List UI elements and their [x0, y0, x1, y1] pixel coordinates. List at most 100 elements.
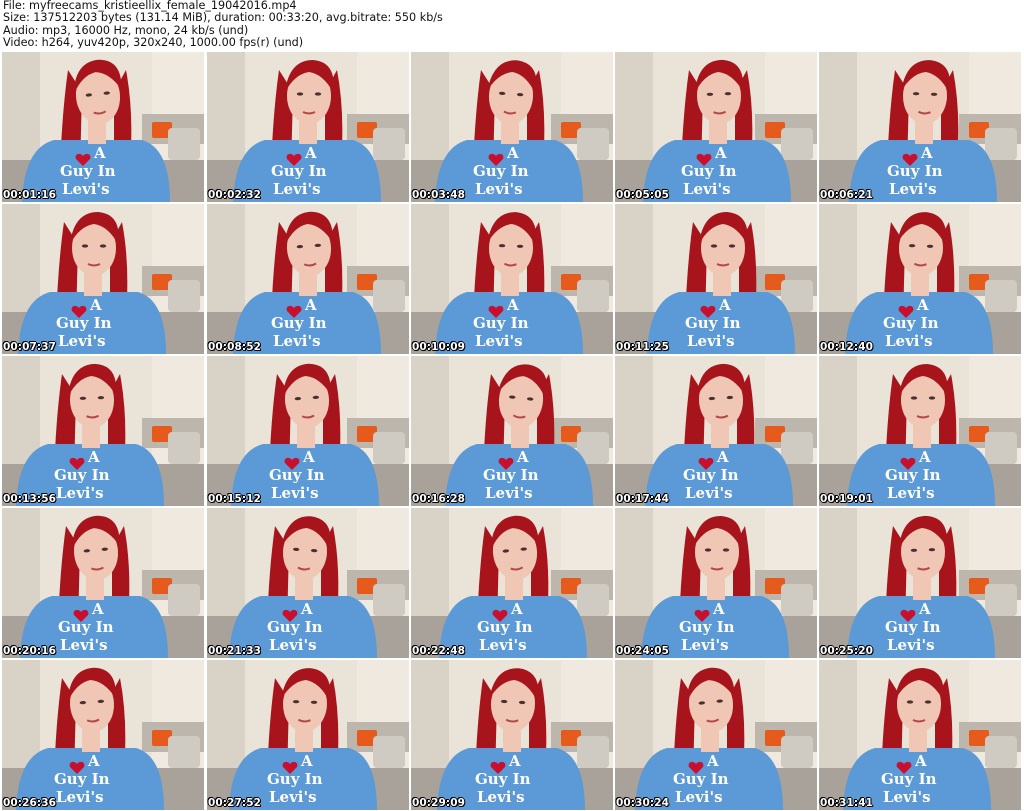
shirt-print-text: Levi's [681, 636, 729, 654]
thumbnail-timestamp: 00:26:36 [3, 797, 57, 809]
shirt-print-text: Levi's [269, 788, 317, 806]
thumbnail-timestamp: 00:20:16 [3, 645, 57, 657]
shirt-print-text: A [305, 296, 317, 314]
shirt-print-text: Guy In [473, 162, 529, 180]
video-thumbnail: A Guy In Levi's 00:20:16 [2, 508, 204, 658]
video-thumbnail: A Guy In Levi's 00:30:24 [615, 660, 817, 810]
shirt-print-text: A [713, 600, 725, 618]
thumbnail-timestamp: 00:19:01 [820, 493, 874, 505]
video-thumbnail: A Guy In Levi's 00:26:36 [2, 660, 204, 810]
shirt-print-text: A [301, 752, 313, 770]
shirt-print-text: Levi's [889, 180, 937, 198]
shirt-print-text: A [915, 752, 927, 770]
shirt-print-text: Guy In [681, 162, 737, 180]
thumbnail-timestamp: 00:02:32 [208, 189, 262, 201]
shirt-print-text: Guy In [679, 618, 735, 636]
shirt-print-text: Levi's [887, 484, 935, 502]
shirt-print-text: Levi's [885, 332, 933, 350]
shirt-print-text: A [509, 752, 521, 770]
shirt-print-text: Guy In [673, 770, 729, 788]
shirt-print-text: A [507, 144, 519, 162]
video-thumbnail: A Guy In Levi's 00:31:41 [819, 660, 1021, 810]
shirt-print-text: A [917, 296, 929, 314]
shirt-print-text: Guy In [887, 162, 943, 180]
video-thumbnail: A Guy In Levi's 00:10:09 [411, 204, 613, 354]
shirt-print-text: A [919, 448, 931, 466]
thumbnail-timestamp: 00:16:28 [412, 493, 466, 505]
shirt-print-text: A [88, 752, 100, 770]
thumbnail-timestamp: 00:22:48 [412, 645, 466, 657]
shirt-print-text: Levi's [269, 636, 317, 654]
shirt-print-text: A [717, 448, 729, 466]
video-info-line: Video: h264, yuv420p, 320x240, 1000.00 f… [3, 36, 304, 50]
shirt-print-text: Guy In [271, 162, 327, 180]
video-thumbnail: A Guy In Levi's 00:03:48 [411, 52, 613, 202]
thumbnail-timestamp: 00:15:12 [208, 493, 262, 505]
thumbnail-timestamp: 00:17:44 [616, 493, 670, 505]
shirt-print-text: A [92, 600, 104, 618]
shirt-print-text: A [88, 448, 100, 466]
shirt-print-text: Guy In [60, 162, 116, 180]
shirt-print-text: Levi's [479, 636, 527, 654]
video-thumbnail: A Guy In Levi's 00:25:20 [819, 508, 1021, 658]
thumbnail-timestamp: 00:30:24 [616, 797, 670, 809]
shirt-print-text: Levi's [685, 484, 733, 502]
thumbnail-timestamp: 00:24:05 [616, 645, 670, 657]
shirt-print-text: Guy In [269, 466, 325, 484]
thumbnail-timestamp: 00:03:48 [412, 189, 466, 201]
shirt-print-text: Guy In [477, 618, 533, 636]
shirt-print-text: Levi's [477, 788, 525, 806]
video-thumbnail: A Guy In Levi's 00:17:44 [615, 356, 817, 506]
shirt-print-text: Levi's [883, 788, 931, 806]
video-thumbnail: A Guy In Levi's 00:22:48 [411, 508, 613, 658]
shirt-print-text: Guy In [54, 770, 110, 788]
shirt-print-text: Levi's [485, 484, 533, 502]
shirt-print-text: A [301, 600, 313, 618]
video-thumbnail: A Guy In Levi's 00:27:52 [207, 660, 409, 810]
thumbnail-timestamp: 00:12:40 [820, 341, 874, 353]
shirt-print-text: A [517, 448, 529, 466]
shirt-print-text: Guy In [271, 314, 327, 332]
shirt-print-text: Levi's [58, 332, 106, 350]
shirt-print-text: A [719, 296, 731, 314]
video-thumbnail: A Guy In Levi's 00:02:32 [207, 52, 409, 202]
video-thumbnail: A Guy In Levi's 00:16:28 [411, 356, 613, 506]
shirt-print-text: Guy In [883, 314, 939, 332]
video-thumbnail: A Guy In Levi's 00:13:56 [2, 356, 204, 506]
shirt-print-text: Levi's [273, 180, 321, 198]
shirt-print-text: A [303, 448, 315, 466]
video-thumbnail: A Guy In Levi's 00:15:12 [207, 356, 409, 506]
shirt-print-text: Guy In [685, 314, 741, 332]
shirt-print-text: A [511, 600, 523, 618]
shirt-print-text: Levi's [60, 636, 108, 654]
video-thumbnail: A Guy In Levi's 00:19:01 [819, 356, 1021, 506]
thumbnail-timestamp: 00:08:52 [208, 341, 262, 353]
shirt-print-text: Levi's [273, 332, 321, 350]
shirt-print-text: A [507, 296, 519, 314]
thumbnail-timestamp: 00:05:05 [616, 189, 670, 201]
shirt-print-text: Guy In [58, 618, 114, 636]
thumbnail-timestamp: 00:21:33 [208, 645, 262, 657]
shirt-print-text: A [305, 144, 317, 162]
shirt-print-text: Levi's [683, 180, 731, 198]
shirt-print-text: Levi's [475, 180, 523, 198]
shirt-print-text: Levi's [56, 788, 104, 806]
shirt-print-text: Levi's [675, 788, 723, 806]
shirt-print-text: Levi's [887, 636, 935, 654]
video-thumbnail: A Guy In Levi's 00:24:05 [615, 508, 817, 658]
video-thumbnail: A Guy In Levi's 00:05:05 [615, 52, 817, 202]
shirt-print-text: Levi's [62, 180, 110, 198]
thumbnail-timestamp: 00:10:09 [412, 341, 466, 353]
file-info-header: File: myfreecams_kristieellix_female_190… [3, 0, 1021, 50]
shirt-print-text: Levi's [475, 332, 523, 350]
thumbnail-timestamp: 00:25:20 [820, 645, 874, 657]
shirt-print-text: Guy In [56, 314, 112, 332]
shirt-print-text: A [919, 600, 931, 618]
shirt-print-text: Guy In [267, 770, 323, 788]
shirt-print-text: Guy In [475, 770, 531, 788]
video-thumbnail: A Guy In Levi's 00:01:16 [2, 52, 204, 202]
thumbnail-timestamp: 00:31:41 [820, 797, 874, 809]
thumbnail-timestamp: 00:11:25 [616, 341, 670, 353]
shirt-print-text: Guy In [885, 466, 941, 484]
video-thumbnail: A Guy In Levi's 00:08:52 [207, 204, 409, 354]
